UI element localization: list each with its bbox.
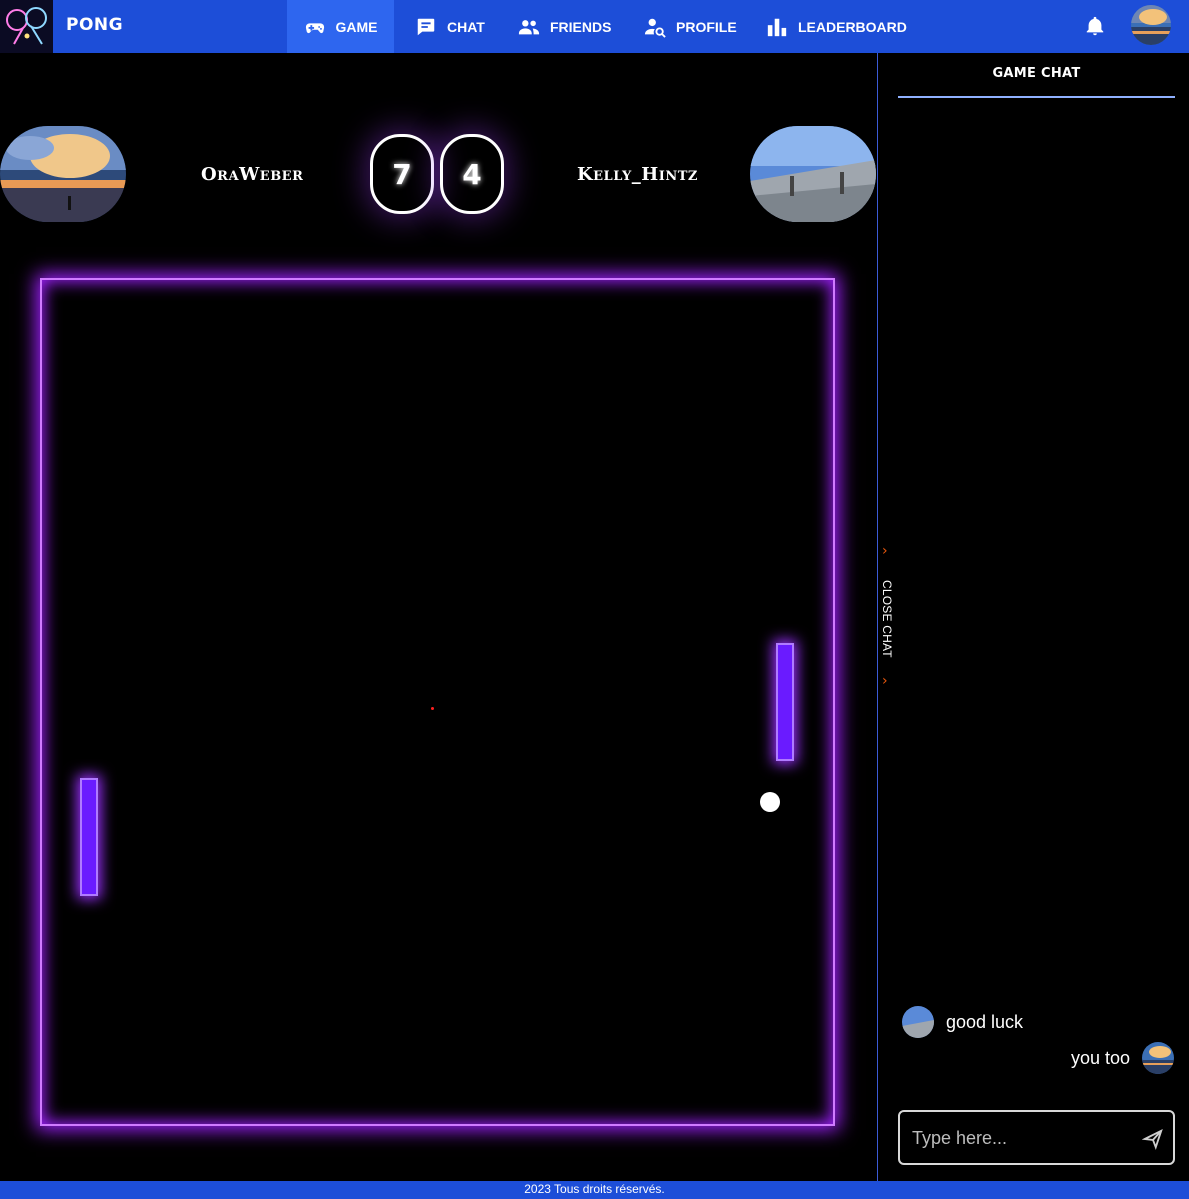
leaderboard-icon <box>767 18 787 36</box>
brand-title[interactable]: PONG <box>66 15 123 35</box>
chat-icon <box>417 18 435 35</box>
friends-icon <box>518 19 540 34</box>
footer: 2023 Tous droits réservés. <box>0 1181 1189 1199</box>
chevron-right-icon: › <box>882 543 888 559</box>
chat-title-underline <box>898 96 1175 98</box>
player-left-avatar <box>0 126 126 222</box>
send-icon[interactable] <box>1142 1128 1164 1150</box>
message-avatar <box>902 1006 934 1038</box>
message-avatar <box>1142 1042 1175 1074</box>
user-avatar[interactable] <box>1131 5 1171 45</box>
score-left: 7 <box>370 134 434 214</box>
player-right-avatar <box>750 126 876 222</box>
chat-title[interactable]: GAME CHAT <box>898 66 1175 81</box>
nav-leaderboard-label: LEADERBOARD <box>798 18 907 35</box>
ping-pong-logo-icon <box>0 0 53 53</box>
nav-game-label: GAME <box>335 18 378 35</box>
nav-friends[interactable]: FRIENDS <box>518 0 611 53</box>
nav-friends-label: FRIENDS <box>550 18 612 35</box>
chat-input[interactable] <box>912 1124 1132 1152</box>
nav-game[interactable]: GAME <box>287 0 394 53</box>
notification-bell-icon[interactable] <box>1084 14 1106 38</box>
player-left-name: OraWeber <box>201 164 304 185</box>
score-right: 4 <box>440 134 504 214</box>
chat-message-left: good luck <box>902 1006 1023 1038</box>
chat-message-right: you too <box>1071 1042 1175 1074</box>
chat-input-box <box>898 1110 1175 1165</box>
center-marker <box>431 707 434 710</box>
player-right-name: Kelly_Hintz <box>577 164 698 185</box>
nav-chat-label: CHAT <box>447 18 485 35</box>
paddle-left <box>80 778 98 896</box>
nav-profile[interactable]: PROFILE <box>644 0 737 53</box>
paddle-right <box>776 643 794 761</box>
chevron-right-icon: › <box>882 673 888 689</box>
nav-leaderboard[interactable]: LEADERBOARD <box>766 0 907 53</box>
nav-profile-label: PROFILE <box>676 18 737 35</box>
pong-field <box>40 278 835 1126</box>
pong-ball <box>760 792 780 812</box>
message-text: you too <box>1071 1047 1131 1068</box>
app-logo[interactable] <box>0 0 53 53</box>
close-chat-label[interactable]: CLOSE CHAT <box>880 580 894 658</box>
top-navbar: PONG GAME CHAT FRIENDS PROFILE LEADERBOA… <box>0 0 1189 53</box>
gamepad-icon <box>305 22 324 33</box>
message-text: good luck <box>946 1011 1024 1032</box>
profile-search-icon <box>644 18 666 38</box>
nav-chat[interactable]: CHAT <box>415 0 485 53</box>
